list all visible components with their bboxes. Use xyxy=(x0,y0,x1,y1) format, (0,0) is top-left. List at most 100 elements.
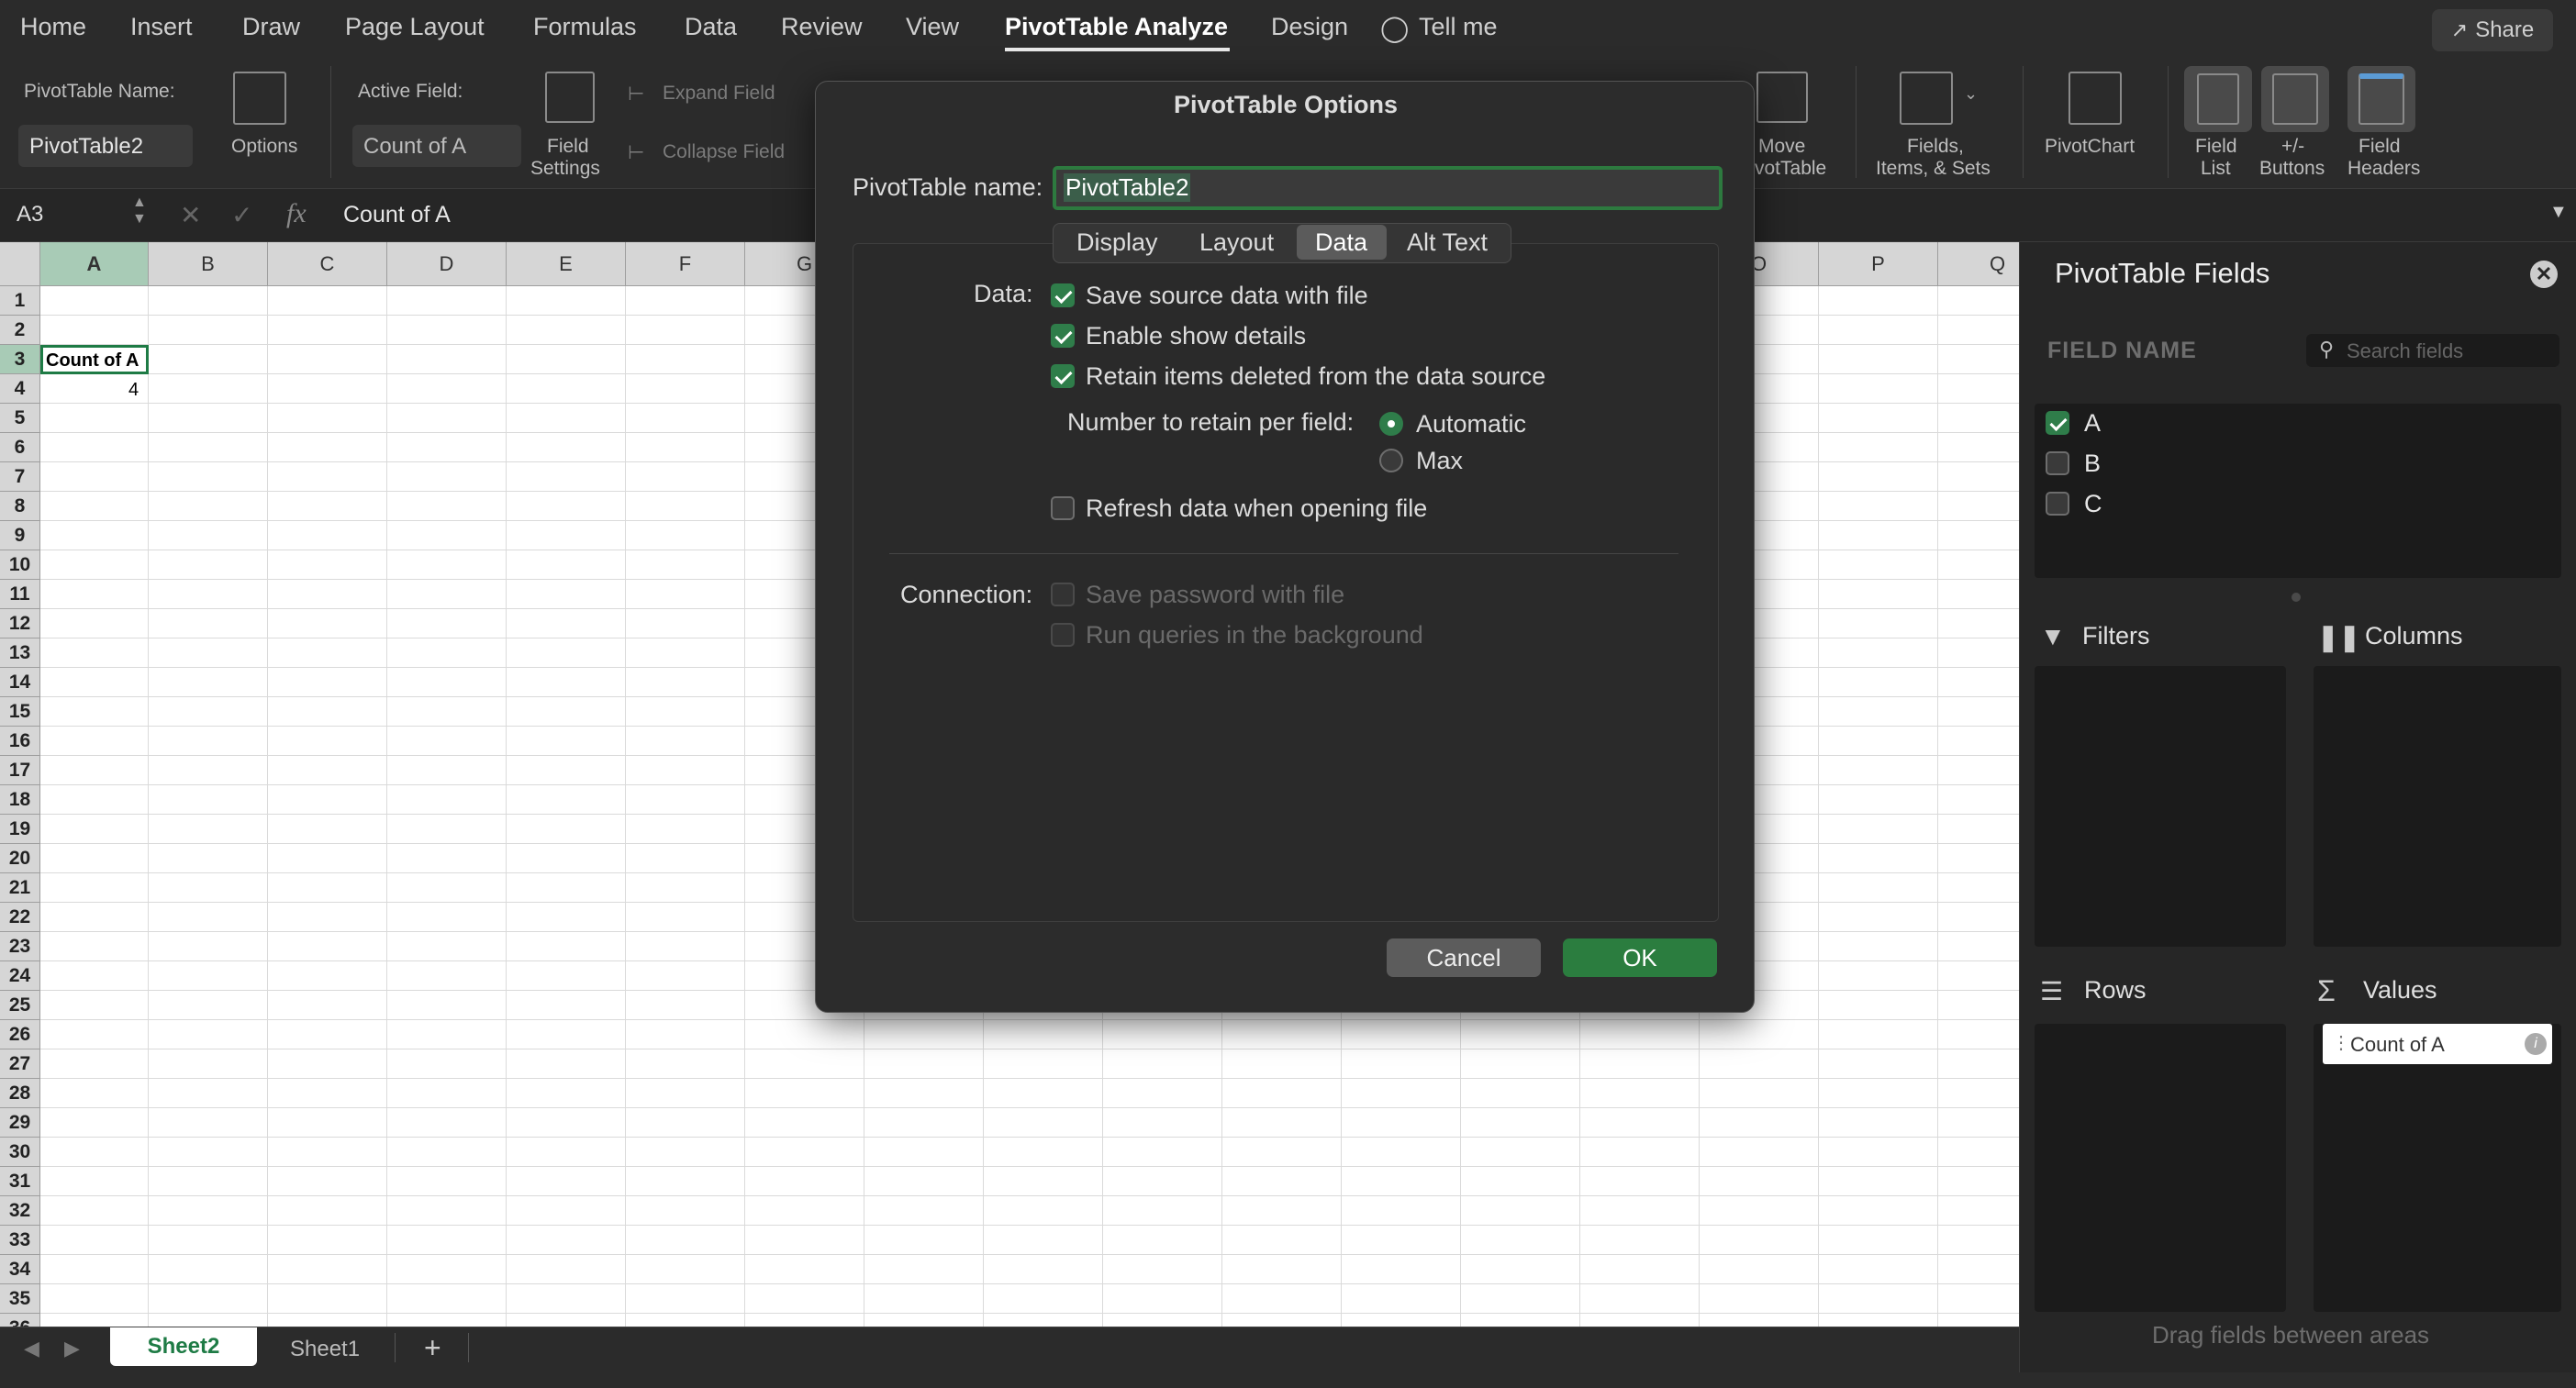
save-source-checkbox[interactable] xyxy=(1051,283,1075,307)
move-pivottable-label-1[interactable]: Move xyxy=(1758,136,1805,158)
drag-handle-icon[interactable]: ⋮ xyxy=(2332,1031,2350,1054)
values-area[interactable] xyxy=(2314,1024,2561,1312)
pivotchart-icon[interactable] xyxy=(2069,72,2122,125)
menu-design[interactable]: Design xyxy=(1271,13,1348,41)
row-header-17[interactable]: 17 xyxy=(0,756,40,785)
function-icon[interactable]: fx xyxy=(286,198,307,229)
chevron-down-icon[interactable]: ⌄ xyxy=(1964,84,1978,104)
row-header-13[interactable]: 13 xyxy=(0,638,40,668)
menu-page-layout[interactable]: Page Layout xyxy=(345,13,485,41)
column-header-d[interactable]: D xyxy=(387,242,507,286)
fields-items-sets-icon[interactable] xyxy=(1900,72,1953,125)
run-queries-label[interactable]: Run queries in the background xyxy=(1086,621,1423,650)
confirm-entry-icon[interactable]: ✓ xyxy=(231,200,252,230)
add-sheet-button[interactable]: + xyxy=(424,1331,441,1365)
row-header-8[interactable]: 8 xyxy=(0,492,40,521)
automatic-radio[interactable] xyxy=(1379,412,1403,436)
name-box-stepper-icon[interactable]: ▲ ▼ xyxy=(132,194,147,228)
ok-button[interactable]: OK xyxy=(1563,938,1717,977)
refresh-label[interactable]: Refresh data when opening file xyxy=(1086,494,1427,523)
menu-tell-me[interactable]: Tell me xyxy=(1419,13,1498,41)
sheet-tab-sheet2[interactable]: Sheet2 xyxy=(110,1327,257,1366)
tab-layout[interactable]: Layout xyxy=(1199,228,1274,257)
field-checkbox-c[interactable] xyxy=(2046,492,2069,516)
sheet-tab-sheet1[interactable]: Sheet1 xyxy=(290,1337,360,1362)
menu-pivottable-analyze[interactable]: PivotTable Analyze xyxy=(1005,13,1228,41)
filters-area[interactable] xyxy=(2035,666,2286,947)
column-header-a[interactable]: A xyxy=(40,242,149,286)
row-header-15[interactable]: 15 xyxy=(0,697,40,727)
menu-formulas[interactable]: Formulas xyxy=(533,13,637,41)
row-header-12[interactable]: 12 xyxy=(0,609,40,638)
options-label[interactable]: Options xyxy=(231,136,297,158)
row-header-11[interactable]: 11 xyxy=(0,580,40,609)
row-header-22[interactable]: 22 xyxy=(0,903,40,932)
row-header-6[interactable]: 6 xyxy=(0,433,40,462)
field-list-label-2[interactable]: List xyxy=(2201,158,2231,180)
pivottable-name-input[interactable]: PivotTable2 xyxy=(1053,166,1723,210)
row-header-7[interactable]: 7 xyxy=(0,462,40,492)
select-all-corner[interactable] xyxy=(0,242,40,286)
menu-data[interactable]: Data xyxy=(685,13,737,41)
menu-home[interactable]: Home xyxy=(20,13,86,41)
cell-a4[interactable]: 4 xyxy=(128,380,139,401)
row-header-1[interactable]: 1 xyxy=(0,286,40,316)
name-box[interactable]: A3 xyxy=(17,202,43,228)
options-icon[interactable] xyxy=(233,72,286,125)
resize-handle[interactable] xyxy=(2292,593,2301,602)
field-settings-label-2[interactable]: Settings xyxy=(530,158,600,180)
row-header-29[interactable]: 29 xyxy=(0,1108,40,1138)
refresh-checkbox[interactable] xyxy=(1051,496,1075,520)
menu-review[interactable]: Review xyxy=(781,13,863,41)
row-header-5[interactable]: 5 xyxy=(0,404,40,433)
menu-view[interactable]: View xyxy=(906,13,959,41)
max-radio[interactable] xyxy=(1379,449,1403,472)
buttons-label-2[interactable]: Buttons xyxy=(2259,158,2325,180)
row-header-18[interactable]: 18 xyxy=(0,785,40,815)
fields-items-label-2[interactable]: Items, & Sets xyxy=(1876,158,1991,180)
row-header-35[interactable]: 35 xyxy=(0,1284,40,1314)
collapse-field-button[interactable]: Collapse Field xyxy=(663,141,785,163)
column-header-q[interactable]: Q xyxy=(1938,242,2019,286)
move-pivottable-icon[interactable] xyxy=(1756,72,1808,123)
cell-a3[interactable]: Count of A xyxy=(46,350,139,372)
tab-alt-text[interactable]: Alt Text xyxy=(1407,228,1488,257)
field-label-c[interactable]: C xyxy=(2084,490,2102,518)
row-header-23[interactable]: 23 xyxy=(0,932,40,961)
row-header-24[interactable]: 24 xyxy=(0,961,40,991)
row-header-10[interactable]: 10 xyxy=(0,550,40,580)
save-password-label[interactable]: Save password with file xyxy=(1086,581,1344,609)
buttons-label-1[interactable]: +/- xyxy=(2281,136,2304,158)
next-sheet-icon[interactable]: ▶ xyxy=(64,1337,80,1360)
column-header-b[interactable]: B xyxy=(149,242,268,286)
formula-content[interactable]: Count of A xyxy=(343,202,451,228)
close-icon[interactable]: ✕ xyxy=(2530,261,2558,288)
column-header-f[interactable]: F xyxy=(626,242,745,286)
row-header-27[interactable]: 27 xyxy=(0,1049,40,1079)
move-pivottable-label-2[interactable]: votTable xyxy=(1755,158,1826,180)
column-header-p[interactable]: P xyxy=(1819,242,1938,286)
row-header-30[interactable]: 30 xyxy=(0,1138,40,1167)
search-fields-input[interactable]: ⚲ Search fields xyxy=(2306,334,2559,367)
active-field-input[interactable]: Count of A xyxy=(352,125,521,167)
field-settings-label-1[interactable]: Field xyxy=(547,136,589,158)
previous-sheet-icon[interactable]: ◀ xyxy=(24,1337,39,1360)
expand-formula-icon[interactable]: ▼ xyxy=(2549,202,2568,223)
field-headers-label-1[interactable]: Field xyxy=(2359,136,2401,158)
row-header-36[interactable]: 36 xyxy=(0,1314,40,1327)
cancel-button[interactable]: Cancel xyxy=(1387,938,1541,977)
row-header-19[interactable]: 19 xyxy=(0,815,40,844)
menu-draw[interactable]: Draw xyxy=(242,13,300,41)
row-header-34[interactable]: 34 xyxy=(0,1255,40,1284)
field-settings-icon[interactable] xyxy=(545,72,595,123)
row-header-32[interactable]: 32 xyxy=(0,1196,40,1226)
save-source-label[interactable]: Save source data with file xyxy=(1086,282,1368,310)
save-password-checkbox[interactable] xyxy=(1051,583,1075,606)
field-list-label-1[interactable]: Field xyxy=(2195,136,2237,158)
retain-items-checkbox[interactable] xyxy=(1051,364,1075,388)
column-header-e[interactable]: E xyxy=(507,242,626,286)
field-checkbox-b[interactable] xyxy=(2046,451,2069,475)
enable-details-label[interactable]: Enable show details xyxy=(1086,322,1306,350)
row-header-26[interactable]: 26 xyxy=(0,1020,40,1049)
column-header-c[interactable]: C xyxy=(268,242,387,286)
